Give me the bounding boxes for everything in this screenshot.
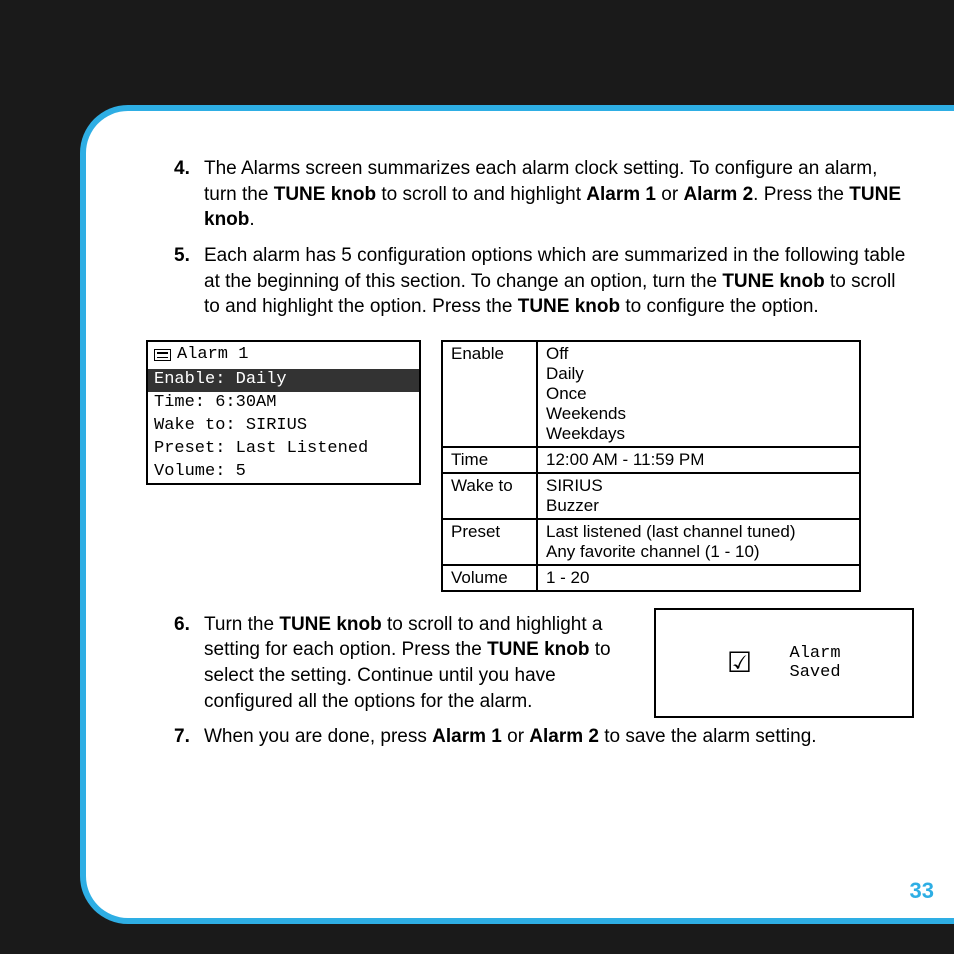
- option-name: Wake to: [442, 473, 537, 519]
- screen-row: Preset: Last Listened: [148, 438, 419, 461]
- option-values: 1 - 20: [537, 565, 860, 591]
- step-number: 4.: [174, 156, 190, 182]
- body-text: or: [656, 184, 683, 205]
- option-values: SIRIUSBuzzer: [537, 473, 860, 519]
- manual-page: 4.The Alarms screen summarizes each alar…: [80, 105, 954, 924]
- instruction-step: 6.Turn the TUNE knob to scroll to and hi…: [178, 612, 914, 715]
- screen-row: Volume: 5: [148, 461, 419, 484]
- steps-second-wrap: ☑ Alarm Saved 6.Turn the TUNE knob to sc…: [146, 612, 914, 770]
- option-name: Preset: [442, 519, 537, 565]
- body-text: . Press the: [753, 184, 849, 205]
- instruction-list-first: 4.The Alarms screen summarizes each alar…: [178, 156, 914, 320]
- instruction-step: 7.When you are done, press Alarm 1 or Al…: [178, 724, 914, 750]
- screen-row: Time: 6:30AM: [148, 392, 419, 415]
- menu-icon: [154, 349, 171, 361]
- option-values: 12:00 AM - 11:59 PM: [537, 447, 860, 473]
- emphasis-text: TUNE knob: [487, 639, 589, 660]
- screen-and-table: Alarm 1 Enable: DailyTime: 6:30AMWake to…: [146, 340, 914, 592]
- table-row: EnableOffDailyOnceWeekendsWeekdays: [442, 341, 860, 447]
- body-text: to configure the option.: [620, 296, 819, 317]
- option-values: Last listened (last channel tuned)Any fa…: [537, 519, 860, 565]
- option-name: Enable: [442, 341, 537, 447]
- table-row: Volume1 - 20: [442, 565, 860, 591]
- emphasis-text: TUNE knob: [518, 296, 620, 317]
- body-text: When you are done, press: [204, 726, 432, 747]
- emphasis-text: TUNE knob: [274, 184, 376, 205]
- body-text: or: [502, 726, 529, 747]
- table-row: Wake toSIRIUSBuzzer: [442, 473, 860, 519]
- option-name: Volume: [442, 565, 537, 591]
- emphasis-text: Alarm 2: [683, 184, 753, 205]
- body-text: .: [249, 209, 254, 230]
- emphasis-text: TUNE knob: [722, 271, 824, 292]
- options-table: EnableOffDailyOnceWeekendsWeekdaysTime12…: [441, 340, 861, 592]
- emphasis-text: Alarm 1: [432, 726, 502, 747]
- screen-row: Enable: Daily: [148, 369, 419, 392]
- table-row: PresetLast listened (last channel tuned)…: [442, 519, 860, 565]
- instruction-step: 4.The Alarms screen summarizes each alar…: [178, 156, 914, 233]
- emphasis-text: Alarm 2: [529, 726, 599, 747]
- emphasis-text: TUNE knob: [279, 614, 381, 635]
- body-text: Turn the: [204, 614, 279, 635]
- alarm-screen-title: Alarm 1: [177, 344, 248, 367]
- step-number: 7.: [174, 724, 190, 750]
- table-row: Time12:00 AM - 11:59 PM: [442, 447, 860, 473]
- step-number: 6.: [174, 612, 190, 638]
- step-number: 5.: [174, 243, 190, 269]
- alarm-screen-mock: Alarm 1 Enable: DailyTime: 6:30AMWake to…: [146, 340, 421, 486]
- option-values: OffDailyOnceWeekendsWeekdays: [537, 341, 860, 447]
- body-text: to scroll to and highlight: [376, 184, 586, 205]
- body-text: to save the alarm setting.: [599, 726, 817, 747]
- option-name: Time: [442, 447, 537, 473]
- screen-row: Wake to: SIRIUS: [148, 415, 419, 438]
- emphasis-text: Alarm 1: [586, 184, 656, 205]
- instruction-list-second: 6.Turn the TUNE knob to scroll to and hi…: [178, 612, 914, 750]
- instruction-step: 5.Each alarm has 5 configuration options…: [178, 243, 914, 320]
- page-number: 33: [910, 878, 934, 904]
